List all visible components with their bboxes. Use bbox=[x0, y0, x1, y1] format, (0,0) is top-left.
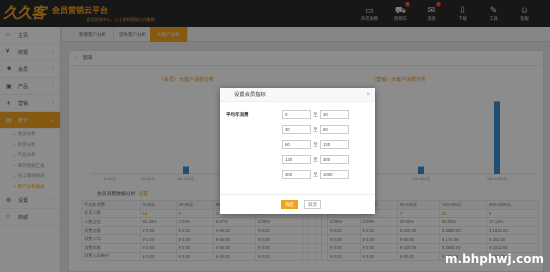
range-to-input[interactable]: 30 bbox=[320, 110, 349, 119]
range-to-input[interactable]: 60 bbox=[320, 125, 349, 134]
cancel-button[interactable]: 取消 bbox=[304, 200, 321, 209]
range-row: 60 至 120 bbox=[282, 140, 349, 149]
range-row: 0 至 30 bbox=[282, 110, 349, 119]
watermark: m.bhphwj.com bbox=[445, 252, 544, 266]
modal-header: 设置会员指标 × bbox=[220, 88, 375, 102]
range-separator: 至 bbox=[313, 126, 318, 132]
close-icon[interactable]: × bbox=[366, 88, 370, 102]
settings-modal: 设置会员指标 × 平均年消费 0 至 30 30 至 60 60 至 120 120 至 300 300… bbox=[220, 88, 375, 214]
range-separator: 至 bbox=[313, 111, 318, 117]
range-to-input[interactable]: 120 bbox=[320, 140, 349, 149]
modal-title: 设置会员指标 bbox=[234, 92, 266, 98]
range-separator: 至 bbox=[313, 156, 318, 162]
range-row: 30 至 60 bbox=[282, 125, 349, 134]
range-to-input[interactable]: 1000 bbox=[320, 170, 349, 179]
range-row: 120 至 300 bbox=[282, 155, 349, 164]
range-to-input[interactable]: 300 bbox=[320, 155, 349, 164]
range-from-input[interactable]: 120 bbox=[282, 155, 311, 164]
modal-footer: 确定 取消 bbox=[220, 194, 375, 214]
range-from-input[interactable]: 300 bbox=[282, 170, 311, 179]
range-from-input[interactable]: 60 bbox=[282, 140, 311, 149]
field-label: 平均年消费 bbox=[226, 112, 249, 117]
confirm-button[interactable]: 确定 bbox=[281, 200, 298, 209]
range-separator: 至 bbox=[313, 141, 318, 147]
range-row: 300 至 1000 bbox=[282, 170, 349, 179]
range-from-input[interactable]: 30 bbox=[282, 125, 311, 134]
range-separator: 至 bbox=[313, 171, 318, 177]
range-from-input[interactable]: 0 bbox=[282, 110, 311, 119]
